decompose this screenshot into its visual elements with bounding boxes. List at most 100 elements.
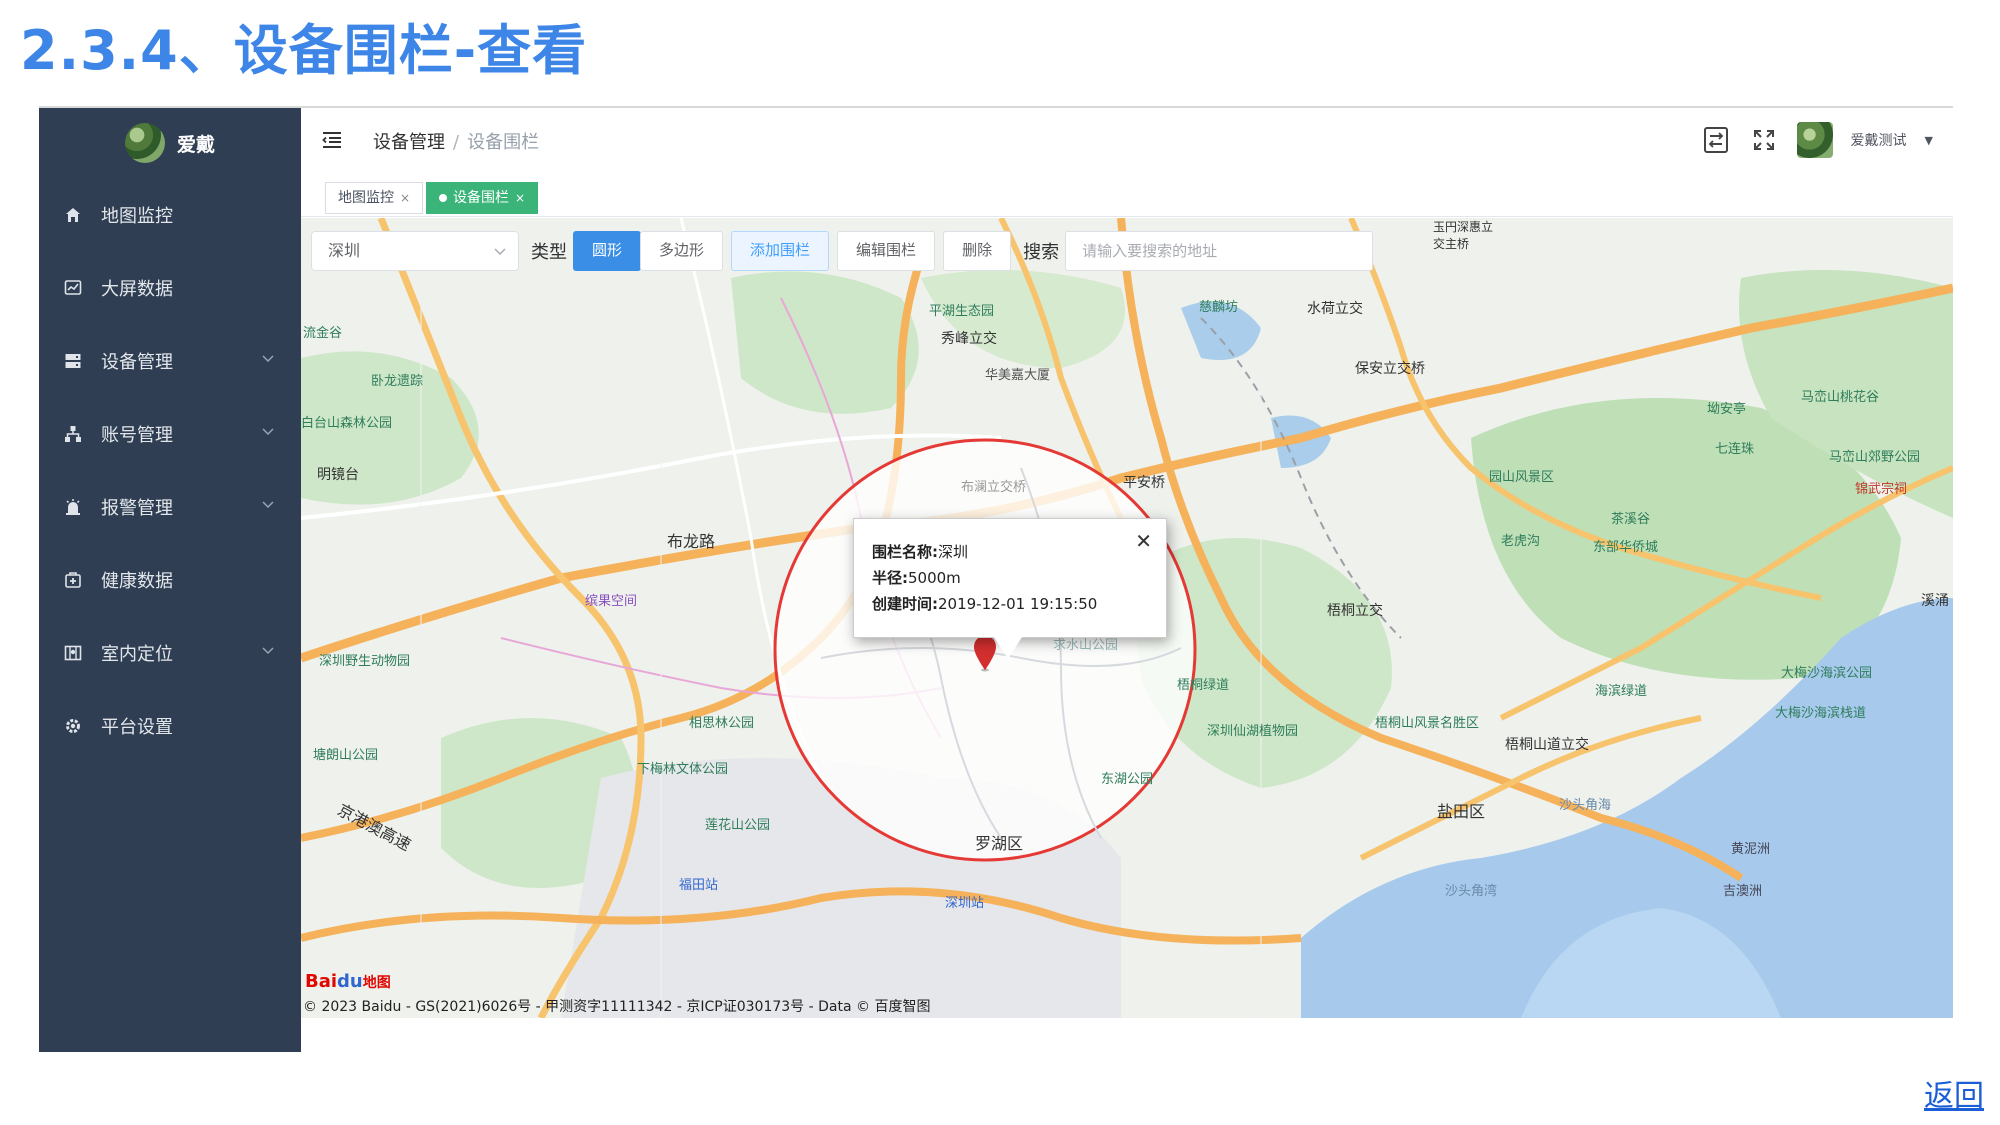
popup-tail (994, 637, 1022, 659)
brand-name: 爱戴 (176, 133, 215, 156)
sidebar-item-label: 平台设置 (101, 716, 173, 738)
close-icon[interactable]: ✕ (1135, 529, 1152, 553)
chevron-down-icon (262, 647, 274, 655)
map-label: 流金谷 (303, 326, 343, 341)
fullscreen-icon[interactable] (1749, 125, 1779, 155)
sidebar-item-label: 账号管理 (101, 424, 173, 446)
baidu-logo: Baidu地图 (305, 971, 391, 992)
sidebar-item-account-mgmt[interactable]: 账号管理 (39, 397, 301, 470)
fence-toolbar: 深圳 类型 圆形 多边形 添加围栏 编辑围栏 删除 搜索 请输入要搜索的地址 (311, 230, 1374, 272)
map-copyright: © 2023 Baidu - GS(2021)6026号 - 甲测资字11111… (303, 999, 931, 1015)
chevron-down-icon (262, 501, 274, 509)
fence-created-value: 2019-12-01 19:15:50 (938, 595, 1098, 613)
chevron-down-icon (262, 355, 274, 363)
map-label: 黄泥洲 (1731, 842, 1771, 857)
map-label: 福田站 (679, 878, 719, 893)
add-fence-button[interactable]: 添加围栏 (731, 231, 830, 271)
sidebar-item-label: 室内定位 (101, 643, 173, 665)
breadcrumb-current: 设备围栏 (467, 132, 540, 153)
layout-size-icon[interactable] (1701, 125, 1731, 155)
menu-toggle-icon[interactable] (321, 128, 345, 152)
tab-device-fence[interactable]: 设备围栏 × (426, 182, 539, 214)
fence-name-row: 围栏名称:深圳 (872, 541, 968, 562)
map-label: 布澜立交桥 (961, 480, 1027, 495)
fence-name-label: 围栏名称: (872, 543, 938, 561)
health-icon (63, 570, 83, 590)
map-view[interactable]: 平湖生态园 秀峰立交 华美嘉大厦 慈麟坊 水荷立交 保安立交桥 马峦山桃花谷 马… (301, 218, 1953, 1018)
home-icon (63, 205, 83, 225)
user-name[interactable]: 爱戴测试 (1851, 130, 1907, 150)
map-label: 缤果空间 (585, 594, 638, 609)
sidebar-item-label: 设备管理 (101, 351, 173, 373)
map-label: 玉円深惠立交主桥 (1433, 220, 1494, 251)
map-label: 盐田区 (1437, 802, 1486, 821)
search-input[interactable]: 请输入要搜索的地址 (1065, 231, 1374, 271)
tab-label: 设备围栏 (453, 190, 509, 206)
fence-created-row: 创建时间:2019-12-01 19:15:50 (872, 593, 1097, 614)
map-label: 秀峰立交 (941, 331, 997, 347)
app-window: 爱戴 地图监控 大屏数据 设备管理 账号管理 报警管理 健康数据 室内定位 平台… (39, 106, 1953, 1052)
map-label: 梧桐山风景名胜区 (1375, 716, 1480, 731)
caret-down-icon[interactable]: ▼ (1925, 134, 1933, 147)
map-label: 相思林公园 (689, 716, 755, 731)
map-label: 梧桐绿道 (1177, 678, 1230, 693)
map-label: 溪涌 (1921, 593, 1949, 609)
delete-button[interactable]: 删除 (943, 231, 1012, 271)
sidebar-item-label: 地图监控 (101, 205, 173, 227)
close-icon[interactable]: × (515, 191, 525, 205)
fence-created-label: 创建时间: (872, 595, 938, 613)
map-label: 卧龙遗踪 (371, 374, 424, 389)
sidebar-item-big-screen[interactable]: 大屏数据 (39, 251, 301, 324)
polygon-type-button[interactable]: 多边形 (640, 231, 724, 271)
map-label: 园山风景区 (1489, 470, 1555, 485)
city-select-value: 深圳 (328, 241, 361, 260)
city-select[interactable]: 深圳 (311, 231, 519, 271)
sidebar-item-device-mgmt[interactable]: 设备管理 (39, 324, 301, 397)
map-label: 平湖生态园 (929, 304, 995, 319)
fence-radius-value: 5000m (908, 569, 961, 587)
sidebar-item-map-monitor[interactable]: 地图监控 (39, 178, 301, 251)
map-label: 白台山森林公园 (301, 416, 393, 431)
map-label: 布龙路 (667, 532, 716, 551)
close-icon[interactable]: × (400, 191, 410, 205)
map-label: 慈麟坊 (1199, 300, 1239, 315)
map-label: 锦武宗祠 (1855, 482, 1908, 497)
map-label: 保安立交桥 (1355, 361, 1425, 377)
fence-radius-label: 半径: (872, 569, 908, 587)
baidu-logo-suffix: 地图 (362, 975, 391, 991)
sidebar-item-health-data[interactable]: 健康数据 (39, 543, 301, 616)
sidebar-item-indoor-location[interactable]: 室内定位 (39, 616, 301, 689)
map-label: 老虎沟 (1501, 534, 1541, 549)
chart-icon (63, 278, 83, 298)
alarm-icon (63, 497, 83, 517)
circle-type-button[interactable]: 圆形 (573, 231, 642, 271)
main-content: 设备管理 / 设备围栏 爱戴测试 ▼ 地图监控 × 设备围栏 × 平湖生态园 秀… (301, 108, 1953, 1052)
back-link[interactable]: 返回 (1924, 1071, 1984, 1115)
sidebar-item-alarm-mgmt[interactable]: 报警管理 (39, 470, 301, 543)
top-navbar: 设备管理 / 设备围栏 爱戴测试 ▼ (301, 108, 1953, 172)
map-label: 大梅沙海滨公园 (1781, 666, 1873, 681)
avatar[interactable] (1796, 122, 1833, 158)
fence-name-value: 深圳 (938, 543, 969, 561)
map-label: 东湖公园 (1101, 772, 1154, 787)
map-icon (63, 643, 83, 663)
chevron-down-icon (262, 428, 274, 436)
map-label: 平安桥 (1123, 475, 1165, 491)
map-label: 明镜台 (317, 467, 359, 483)
org-icon (63, 424, 83, 444)
sidebar-item-label: 大屏数据 (101, 278, 173, 300)
edit-fence-button[interactable]: 编辑围栏 (837, 231, 936, 271)
breadcrumb-device-mgmt[interactable]: 设备管理 (373, 132, 445, 153)
fence-radius-row: 半径:5000m (872, 567, 961, 588)
brand[interactable]: 爱戴 (39, 108, 301, 178)
map-label: 塘朗山公园 (313, 748, 379, 763)
tab-map-monitor[interactable]: 地图监控 × (325, 182, 424, 214)
doc-title: 2.3.4、设备围栏-查看 (20, 19, 588, 82)
breadcrumb-separator: / (453, 132, 460, 153)
map-label: 深圳站 (945, 896, 985, 911)
map-label: 深圳仙湖植物园 (1207, 724, 1299, 739)
baidu-logo-text: Bai (305, 971, 338, 992)
sidebar-item-platform-settings[interactable]: 平台设置 (39, 689, 301, 762)
gear-icon (63, 716, 83, 736)
map-label: 深圳野生动物园 (319, 654, 411, 669)
